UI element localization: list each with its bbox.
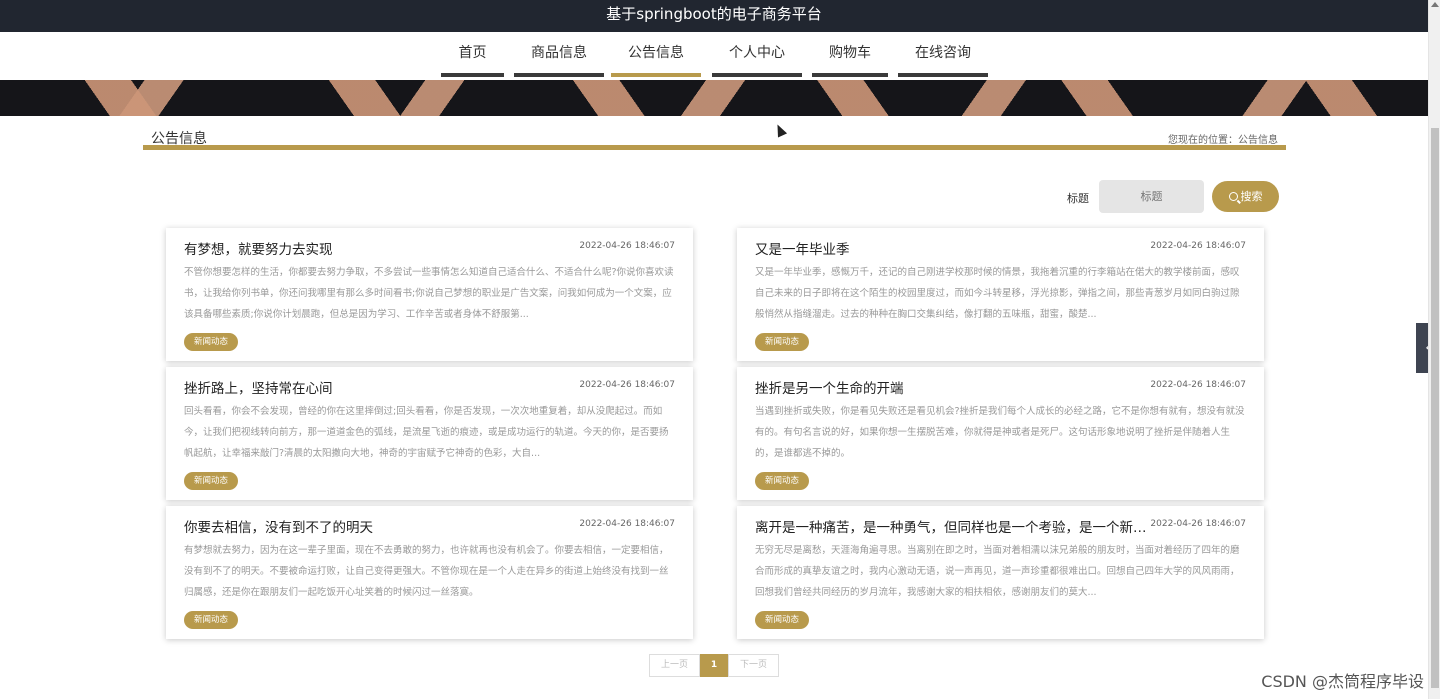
nav-item-label: 个人中心 — [729, 45, 785, 61]
notice-tag[interactable]: 新闻动态 — [755, 333, 810, 351]
prev-page-button[interactable]: 上一页 — [649, 654, 700, 677]
notice-summary: 有梦想就去努力，因为在这一辈子里面，现在不去勇敢的努力，也许就再也没有机会了。你… — [184, 545, 669, 598]
search-input[interactable] — [1099, 180, 1204, 213]
notice-summary: 无穷无尽是离愁，天涯海角遍寻思。当离别在即之时，当面对着相濡以沫兄弟般的朋友时，… — [755, 545, 1240, 598]
notice-card[interactable]: 挫折是另一个生命的开端 2022-04-26 18:46:07 当遇到挫折或失败… — [737, 367, 1264, 500]
banner-image — [0, 80, 1428, 116]
watermark: CSDN @杰筒程序毕设 — [1261, 672, 1424, 691]
notice-time: 2022-04-26 18:46:07 — [1150, 241, 1246, 251]
nav-item-profile[interactable]: 个人中心 — [712, 32, 802, 77]
notice-tag[interactable]: 新闻动态 — [755, 472, 810, 490]
notice-time: 2022-04-26 18:46:07 — [579, 380, 675, 390]
notice-summary: 不管你想要怎样的生活，你都要去努力争取，不多尝试一些事情怎么知道自己适合什么、不… — [184, 267, 674, 320]
notice-card[interactable]: 离开是一种痛苦，是一种勇气，但同样也是一个考验，是一个新的... 2022-04… — [737, 506, 1264, 639]
nav-item-label: 公告信息 — [628, 45, 684, 61]
nav-item-consult[interactable]: 在线咨询 — [898, 32, 988, 77]
next-page-button[interactable]: 下一页 — [728, 654, 779, 677]
nav-item-label: 商品信息 — [531, 45, 587, 61]
nav-item-label: 购物车 — [829, 45, 871, 61]
notice-card[interactable]: 又是一年毕业季 2022-04-26 18:46:07 又是一年毕业季，感慨万千… — [737, 228, 1264, 361]
notice-tag[interactable]: 新闻动态 — [184, 611, 239, 629]
notice-summary: 当遇到挫折或失败，你是看见失败还是看见机会?挫折是我们每个人成长的必经之路，它不… — [755, 406, 1245, 459]
nav-item-label: 在线咨询 — [915, 45, 971, 61]
search-button-label: 搜索 — [1240, 190, 1263, 203]
notice-time: 2022-04-26 18:46:07 — [1150, 519, 1246, 529]
scrollbar-thumb[interactable] — [1431, 128, 1439, 688]
nav-item-home[interactable]: 首页 — [441, 32, 504, 77]
notice-title[interactable]: 挫折是另一个生命的开端 — [755, 377, 1155, 397]
notice-summary: 又是一年毕业季，感慨万千，还记的自己刚进学校那时候的情景，我拖着沉重的行李箱站在… — [755, 267, 1240, 320]
nav-underline-active — [611, 73, 701, 77]
nav-underline — [898, 73, 988, 77]
notice-tag[interactable]: 新闻动态 — [184, 333, 239, 351]
search-label: 标题 — [1067, 192, 1089, 205]
notice-card[interactable]: 挫折路上，坚持常在心间 2022-04-26 18:46:07 回头看看，你会不… — [166, 367, 693, 500]
section-divider — [143, 145, 1286, 150]
notice-time: 2022-04-26 18:46:07 — [1150, 380, 1246, 390]
notice-title[interactable]: 离开是一种痛苦，是一种勇气，但同样也是一个考验，是一个新的... — [755, 516, 1155, 536]
notice-time: 2022-04-26 18:46:07 — [579, 519, 675, 529]
notice-title[interactable]: 有梦想，就要努力去实现 — [184, 238, 584, 258]
pagination: 上一页 1 下一页 — [649, 654, 779, 677]
nav-underline — [812, 73, 888, 77]
notice-card[interactable]: 你要去相信，没有到不了的明天 2022-04-26 18:46:07 有梦想就去… — [166, 506, 693, 639]
notice-summary: 回头看看，你会不会发现，曾经的你在这里摔倒过;回头看看，你是否发现，一次次地重复… — [184, 406, 669, 459]
nav-underline — [441, 73, 504, 77]
nav-item-products[interactable]: 商品信息 — [514, 32, 604, 77]
scroll-up-arrow-icon[interactable] — [1431, 2, 1439, 7]
mouse-cursor-icon — [772, 122, 788, 138]
notice-title[interactable]: 挫折路上，坚持常在心间 — [184, 377, 584, 397]
nav-item-label: 首页 — [458, 45, 487, 61]
nav-item-cart[interactable]: 购物车 — [812, 32, 888, 77]
main-nav: 首页 商品信息 公告信息 个人中心 购物车 在线咨询 — [0, 32, 1428, 80]
notice-title[interactable]: 又是一年毕业季 — [755, 238, 1155, 258]
site-title: 基于springboot的电子商务平台 — [606, 5, 822, 23]
nav-item-announcements[interactable]: 公告信息 — [611, 32, 701, 77]
notice-time: 2022-04-26 18:46:07 — [579, 241, 675, 251]
site-header: 基于springboot的电子商务平台 — [0, 0, 1428, 32]
notice-card[interactable]: 有梦想，就要努力去实现 2022-04-26 18:46:07 不管你想要怎样的… — [166, 228, 693, 361]
search-icon — [1228, 192, 1238, 201]
notice-title[interactable]: 你要去相信，没有到不了的明天 — [184, 516, 584, 536]
nav-underline — [712, 73, 802, 77]
notice-tag[interactable]: 新闻动态 — [184, 472, 239, 490]
nav-underline — [514, 73, 604, 77]
current-page-button[interactable]: 1 — [700, 654, 728, 677]
search-button[interactable]: 搜索 — [1212, 181, 1279, 212]
breadcrumb: 您现在的位置：公告信息 — [1168, 135, 1278, 146]
page-scrollbar[interactable] — [1428, 0, 1440, 699]
notice-tag[interactable]: 新闻动态 — [755, 611, 810, 629]
